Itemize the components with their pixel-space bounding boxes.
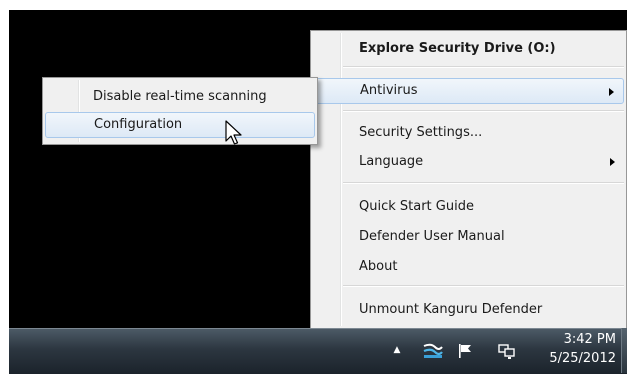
system-clock[interactable]: 3:42 PM 5/25/2012 (538, 330, 616, 372)
menu-item-label: Language (359, 154, 424, 169)
menu-item-label: Quick Start Guide (359, 199, 474, 214)
menu-item-about[interactable]: About (313, 254, 624, 280)
menu-item-security-settings[interactable]: Security Settings... (313, 120, 624, 146)
menu-item-configuration[interactable]: Configuration (45, 112, 315, 138)
menu-separator (343, 66, 624, 68)
menu-separator (343, 285, 624, 287)
taskbar (9, 328, 627, 374)
clock-date: 5/25/2012 (549, 351, 616, 366)
menu-item-label: Explore Security Drive (O:) (359, 41, 556, 56)
menu-item-antivirus[interactable]: Antivirus (313, 78, 624, 104)
mouse-pointer-icon (225, 120, 242, 145)
clock-time: 3:42 PM (563, 332, 616, 347)
flag-icon[interactable] (456, 342, 476, 360)
menu-separator (343, 110, 624, 112)
network-icon[interactable] (497, 342, 517, 360)
menu-item-label: Defender User Manual (359, 229, 505, 244)
menu-item-language[interactable]: Language (313, 149, 624, 175)
menu-item-unmount-kanguru-defender[interactable]: Unmount Kanguru Defender (313, 297, 624, 323)
menu-separator (343, 182, 624, 184)
menu-item-quick-start-guide[interactable]: Quick Start Guide (313, 194, 624, 220)
menu-item-defender-user-manual[interactable]: Defender User Manual (313, 224, 624, 250)
menu-item-label: Security Settings... (359, 125, 483, 140)
menu-item-label: Configuration (94, 117, 183, 132)
menu-item-disable-real-time-scanning[interactable]: Disable real-time scanning (45, 84, 315, 110)
menu-item-label: About (359, 259, 398, 274)
show-desktop-button[interactable] (621, 328, 627, 373)
submenu-arrow-icon (608, 149, 616, 175)
submenu-arrow-icon (607, 79, 615, 105)
menu-item-label: Antivirus (360, 83, 418, 98)
menu-item-explore-security-drive[interactable]: Explore Security Drive (O:) (313, 36, 624, 62)
kanguru-defender-icon[interactable] (423, 342, 443, 360)
defender-context-menu: Explore Security Drive (O:) Antivirus Se… (310, 30, 627, 329)
antivirus-submenu: Disable real-time scanning Configuration (42, 77, 318, 145)
menu-item-label: Disable real-time scanning (93, 89, 267, 104)
chevron-up-icon[interactable]: ▲ (392, 345, 402, 355)
menu-item-label: Unmount Kanguru Defender (359, 302, 543, 317)
menu-gutter (340, 33, 342, 326)
